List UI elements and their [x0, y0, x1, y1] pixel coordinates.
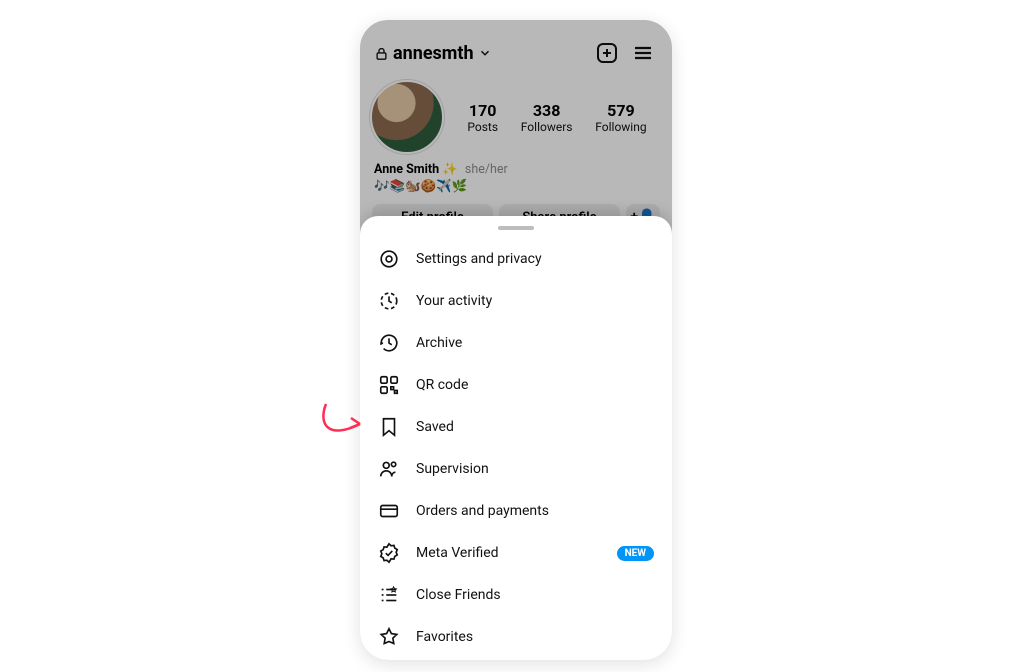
menu-item-label: QR code	[416, 377, 468, 393]
sheet-grabber[interactable]	[498, 226, 534, 230]
menu-archive[interactable]: Archive	[360, 322, 672, 364]
close-friends-icon	[378, 584, 400, 606]
menu-close-friends[interactable]: Close Friends	[360, 574, 672, 616]
menu-meta-verified[interactable]: Meta Verified NEW	[360, 532, 672, 574]
gear-icon	[378, 248, 400, 270]
menu-qr-code[interactable]: QR code	[360, 364, 672, 406]
supervision-icon	[378, 458, 400, 480]
card-icon	[378, 500, 400, 522]
activity-icon	[378, 290, 400, 312]
qr-code-icon	[378, 374, 400, 396]
menu-item-label: Archive	[416, 335, 462, 351]
menu-saved[interactable]: Saved	[360, 406, 672, 448]
menu-item-label: Settings and privacy	[416, 251, 542, 267]
menu-item-label: Your activity	[416, 293, 492, 309]
menu-your-activity[interactable]: Your activity	[360, 280, 672, 322]
bookmark-icon	[378, 416, 400, 438]
menu-favorites[interactable]: Favorites	[360, 616, 672, 658]
new-badge: NEW	[617, 546, 654, 561]
menu-item-label: Favorites	[416, 629, 473, 645]
menu-item-label: Close Friends	[416, 587, 501, 603]
menu-item-label: Meta Verified	[416, 545, 499, 561]
archive-icon	[378, 332, 400, 354]
menu-sheet: Settings and privacy Your activity Archi…	[360, 216, 672, 660]
menu-item-label: Orders and payments	[416, 503, 549, 519]
menu-supervision[interactable]: Supervision	[360, 448, 672, 490]
star-icon	[378, 626, 400, 648]
menu-orders-payments[interactable]: Orders and payments	[360, 490, 672, 532]
menu-item-label: Supervision	[416, 461, 489, 477]
verified-icon	[378, 542, 400, 564]
menu-item-label: Saved	[416, 419, 454, 435]
phone-frame: annesmth 170 Posts 338 Fol	[360, 20, 672, 660]
menu-settings-privacy[interactable]: Settings and privacy	[360, 238, 672, 280]
